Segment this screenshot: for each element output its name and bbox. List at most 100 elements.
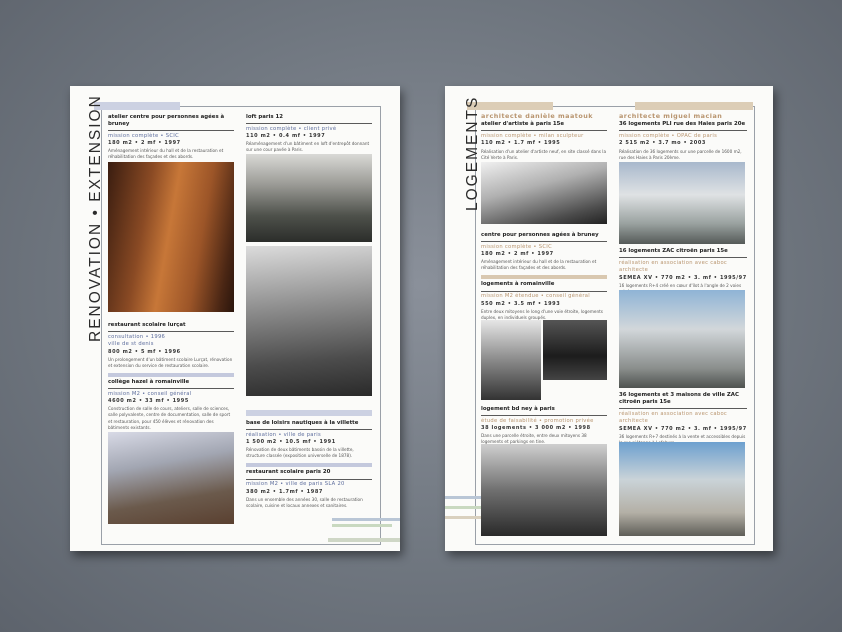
architect-column: architecte danièle maatouk atelier d'art… [481, 112, 607, 161]
project-description: Construction de salle de cours, ateliers… [108, 406, 231, 430]
project-mission: mission complète • SCIC [481, 243, 553, 250]
project-description: Rénovation de deux bâtiments bassin de l… [246, 447, 354, 459]
project-photo [246, 246, 372, 396]
project-mission: mission complète • milan sculpteur [481, 132, 584, 139]
project-mission: mission complète • client privé [246, 125, 337, 132]
divider [619, 130, 747, 132]
deco-bar-mid [246, 410, 372, 416]
divider [246, 123, 372, 125]
project-stats: 1 500 m2 • 10.5 mf • 1991 [246, 439, 336, 446]
divider [481, 130, 607, 132]
project-title: 36 logements et 3 maisons de ville ZAC c… [619, 392, 739, 406]
deco-stripes-left [445, 506, 483, 509]
project-entry: 36 logements PLI rue des Haies paris 20e… [619, 121, 747, 160]
project-stats: 110 m2 • 0.4 mf • 1997 [246, 133, 326, 140]
divider [246, 478, 372, 480]
project-column: loft paris 12 mission complète • client … [246, 114, 372, 153]
architect-column: centre pour personnes agées à bruney mis… [481, 232, 607, 321]
project-column: restaurant scolaire lurçat consultation … [108, 322, 234, 431]
divider [108, 331, 234, 333]
divider [108, 388, 234, 390]
architect-heading: architecte danièle maatouk [481, 112, 594, 120]
project-mission: réalisation en association avec caboc ar… [619, 259, 728, 274]
project-mission: consultation • 1996 [108, 333, 166, 340]
section-bar [481, 275, 607, 280]
project-photo [481, 162, 607, 224]
project-column: atelier centre pour personnes agées à br… [108, 114, 234, 161]
project-column: base de loisirs nautiques à la villette … [246, 420, 372, 509]
project-stats: 180 m2 • 2 mf • 1997 [481, 251, 554, 258]
divider [108, 130, 234, 132]
project-mission: mission complète • SCIC [108, 132, 180, 139]
project-stats: SEMEA XV • 770 m2 • 3. mf • 1995/97 [619, 425, 747, 432]
project-title: atelier d'artiste à paris 15e [481, 121, 565, 128]
project-entry: centre pour personnes agées à bruney mis… [481, 232, 607, 271]
project-stats: 380 m2 • 1.7mf • 1987 [246, 488, 323, 495]
project-entry: restaurant scolaire lurçat consultation … [108, 322, 234, 369]
project-mission: mission M2 étendue • conseil général [481, 293, 590, 299]
project-title: loft paris 12 [246, 114, 283, 120]
project-stats: 800 m2 • 5 mf • 1996 [108, 348, 181, 355]
project-title: restaurant scolaire paris 20 [246, 469, 331, 476]
architect-column: architecte miguel macian 36 logements PL… [619, 112, 747, 161]
divider [481, 415, 607, 417]
project-description: Dans un ensemble des années 30, salle de… [246, 496, 363, 508]
project-description: Réaménagement d'un bâtiment en loft d'en… [246, 141, 370, 153]
project-photo [481, 444, 607, 536]
project-title: base de loisirs nautiques à la villette [246, 420, 359, 426]
project-stats: SEMEA XV • 770 m2 • 3. mf • 1995/97 [619, 274, 747, 281]
right-brochure-page: LOGEMENTS architecte danièle maatouk ate… [445, 86, 773, 551]
divider [481, 290, 607, 292]
section-vertical-title: RENOVATION • EXTENSION [87, 94, 104, 342]
project-description: Aménagement intérieur du hall et de la r… [481, 259, 597, 271]
project-photo [619, 290, 745, 388]
deco-stripes-bottom [328, 538, 400, 542]
project-mission: mission M2 • ville de paris SLA 20 [246, 481, 345, 487]
project-entry: atelier d'artiste à paris 15e mission co… [481, 121, 607, 160]
project-entry: restaurant scolaire paris 20 mission M2 … [246, 469, 372, 508]
project-photo [246, 154, 372, 242]
deco-stripes-bottom [332, 524, 392, 527]
project-photo [108, 432, 234, 524]
divider [619, 408, 747, 410]
project-stats: 180 m2 • 2 mf • 1997 [108, 140, 181, 147]
project-description: Réalisation de 36 logements sur une parc… [619, 148, 742, 160]
section-bar [246, 463, 372, 468]
project-description: Aménagement intérieur du hall et de la r… [108, 148, 224, 160]
project-title: centre pour personnes agées à bruney [481, 232, 599, 238]
project-client: ville de st denis [108, 341, 154, 348]
divider [481, 241, 607, 243]
architect-column: logement bd ney à paris étude de faisabi… [481, 406, 607, 445]
project-mission: étude de faisabilité • promotion privée [481, 417, 594, 424]
project-description: Réalisation d'un atelier d'artiste neuf,… [481, 148, 607, 160]
project-mission: mission M2 • conseil général [108, 390, 192, 397]
project-title: logement bd ney à paris [481, 406, 555, 412]
project-description: Un prolongement d'un bâtiment scolaire L… [108, 356, 233, 368]
project-title: collège hazel à romainville [108, 379, 190, 386]
project-mission: mission complète • OPAC de paris [619, 132, 718, 139]
divider [246, 429, 372, 431]
project-entry: base de loisirs nautiques à la villette … [246, 420, 372, 459]
project-title: 16 logements ZAC citroën paris 15e [619, 248, 728, 254]
deco-bar-top [635, 102, 753, 110]
divider [619, 257, 747, 259]
project-title: restaurant scolaire lurçat [108, 322, 186, 328]
project-entry: loft paris 12 mission complète • client … [246, 114, 372, 153]
project-stats: 550 m2 • 3.5 mf • 1993 [481, 300, 561, 307]
deco-bar-top [94, 102, 180, 110]
project-entry: collège hazel à romainville mission M2 •… [108, 379, 234, 431]
architect-heading: architecte miguel macian [619, 112, 723, 120]
project-title: atelier centre pour personnes agées à br… [108, 114, 225, 128]
left-brochure-page: RENOVATION • EXTENSION atelier centre po… [70, 86, 400, 551]
section-vertical-title: LOGEMENTS [464, 95, 481, 211]
project-title: logements à romainville [481, 281, 555, 288]
project-entry: 36 logements et 3 maisons de ville ZAC c… [619, 392, 747, 446]
project-stats: 38 logements • 3 000 m2 • 1998 [481, 425, 591, 432]
project-stats: 4600 m2 • 33 mf • 1995 [108, 398, 189, 405]
project-photo [619, 442, 745, 536]
project-stats: 2 515 m2 • 3.7 mo • 2003 [619, 140, 706, 147]
project-photo [481, 320, 541, 400]
project-mission: réalisation en association avec caboc ar… [619, 410, 728, 425]
section-bar [108, 373, 234, 378]
project-title: 36 logements PLI rue des Haies paris 20e [619, 121, 746, 128]
